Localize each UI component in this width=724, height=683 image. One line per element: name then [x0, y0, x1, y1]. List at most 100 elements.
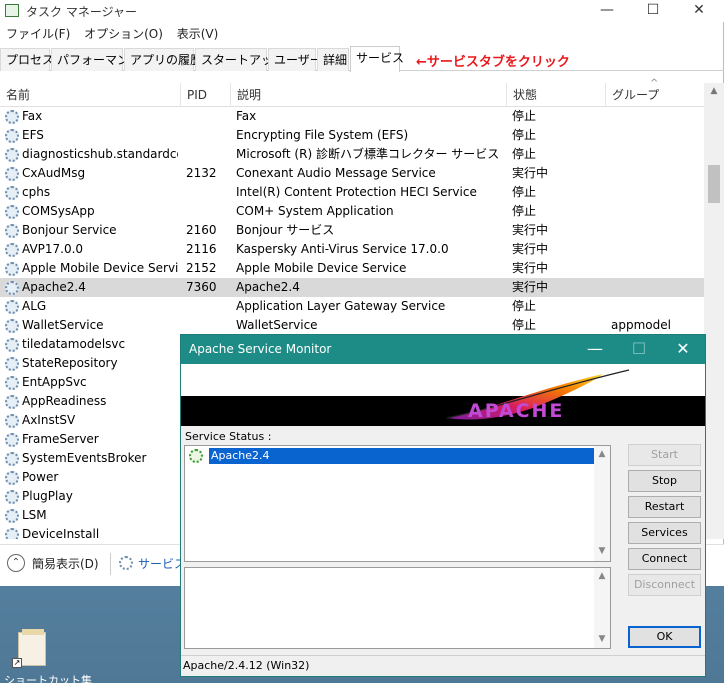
- service-name-cell: ALG: [22, 299, 47, 313]
- service-gear-icon: [5, 300, 19, 314]
- task-manager-app-icon: [5, 4, 19, 17]
- service-pid-cell: 2132: [186, 166, 217, 180]
- maximize-icon[interactable]: ☐: [630, 0, 676, 22]
- chevron-up-icon[interactable]: ⌃: [7, 554, 25, 572]
- service-status-cell: 実行中: [512, 242, 549, 256]
- close-icon[interactable]: ✕: [676, 0, 722, 22]
- tab-services[interactable]: サービス: [350, 46, 404, 72]
- service-description-cell: Apple Mobile Device Service: [236, 261, 407, 275]
- message-list-scrollbar[interactable]: ▲ ▼: [594, 568, 610, 648]
- service-name-cell: Fax: [22, 109, 43, 123]
- table-row[interactable]: EFS Encrypting File System (EFS) 停止: [0, 126, 704, 145]
- start-button[interactable]: Start: [628, 444, 701, 466]
- disconnect-button[interactable]: Disconnect: [628, 574, 701, 596]
- minimize-icon[interactable]: —: [573, 335, 617, 364]
- scrollbar-thumb[interactable]: [708, 165, 720, 203]
- restart-button[interactable]: Restart: [628, 496, 701, 518]
- service-status-cell: 実行中: [512, 261, 549, 275]
- service-description-cell: Application Layer Gateway Service: [236, 299, 446, 313]
- service-group-cell: [611, 107, 701, 126]
- menu-file[interactable]: ファイル(F): [6, 24, 70, 44]
- service-item-apache24[interactable]: Apache2.4: [189, 448, 596, 464]
- service-status-label: Service Status :: [185, 430, 272, 443]
- services-list-scrollbar[interactable]: ▲: [704, 83, 724, 539]
- scroll-down-icon[interactable]: ▼: [594, 634, 610, 644]
- table-row[interactable]: ALG Application Layer Gateway Service 停止: [0, 297, 704, 316]
- tab-users[interactable]: ユーザー: [268, 48, 322, 71]
- table-row[interactable]: Apache2.4 7360 Apache2.4 実行中: [0, 278, 704, 297]
- service-pid-cell: [186, 126, 230, 145]
- scroll-up-icon[interactable]: ▲: [704, 83, 724, 99]
- tab-performance[interactable]: パフォーマンス: [51, 48, 141, 71]
- close-icon[interactable]: ✕: [661, 335, 705, 364]
- service-group-cell: [611, 259, 701, 278]
- column-header-description[interactable]: 説明: [230, 83, 506, 107]
- stop-button[interactable]: Stop: [628, 470, 701, 492]
- table-row[interactable]: COMSysApp COM+ System Application 停止: [0, 202, 704, 221]
- service-group-cell: [611, 297, 701, 316]
- open-services-link[interactable]: サービス管: [138, 555, 180, 572]
- scroll-up-icon[interactable]: ▲: [594, 571, 610, 581]
- service-gear-icon: [5, 281, 19, 295]
- service-running-icon: [189, 449, 203, 463]
- column-header-group[interactable]: グループ: [605, 83, 704, 107]
- table-row[interactable]: diagnosticshub.standardco... Microsoft (R…: [0, 145, 704, 164]
- service-gear-icon: [5, 471, 19, 485]
- service-group-cell: [611, 240, 701, 259]
- service-gear-icon: [5, 509, 19, 523]
- service-pid-cell: [186, 145, 230, 164]
- services-button[interactable]: Services: [628, 522, 701, 544]
- apache-banner: APACHE: [181, 364, 705, 426]
- tab-app-history[interactable]: アプリの履歴: [124, 48, 202, 71]
- service-name-cell: diagnosticshub.standardco...: [22, 147, 178, 161]
- ok-button[interactable]: OK: [628, 626, 701, 648]
- column-header-pid[interactable]: PID: [180, 83, 230, 107]
- desktop-shortcut-folder[interactable]: ↗ ショートカット集: [4, 624, 92, 683]
- column-header-status[interactable]: 状態: [506, 83, 605, 107]
- table-row[interactable]: Fax Fax 停止: [0, 107, 704, 126]
- service-status-cell: 停止: [512, 128, 537, 142]
- table-row[interactable]: cphs Intel(R) Content Protection HECI Ser…: [0, 183, 704, 202]
- service-name-cell: StateRepository: [22, 356, 118, 370]
- service-gear-icon: [5, 243, 19, 257]
- table-row[interactable]: Apple Mobile Device Service 2152 Apple Mob…: [0, 259, 704, 278]
- tab-processes[interactable]: プロセス: [0, 48, 54, 71]
- table-row[interactable]: CxAudMsg 2132 Conexant Audio Message Servi…: [0, 164, 704, 183]
- service-pid-cell: [186, 202, 230, 221]
- apache-service-monitor-window: Apache Service Monitor — ☐ ✕ APACHE Serv…: [180, 334, 706, 677]
- minimize-icon[interactable]: —: [584, 0, 630, 22]
- message-list[interactable]: ▲ ▼: [184, 567, 611, 649]
- service-gear-icon: [5, 338, 19, 352]
- connect-button[interactable]: Connect: [628, 548, 701, 570]
- menu-view[interactable]: 表示(V): [177, 24, 219, 44]
- service-status-list[interactable]: Apache2.4 ▲ ▼: [184, 445, 611, 562]
- service-status-cell: 停止: [512, 299, 537, 313]
- service-description-cell: Apache2.4: [236, 280, 300, 294]
- tab-details[interactable]: 詳細: [317, 48, 349, 71]
- service-name-cell: AxInstSV: [22, 413, 76, 427]
- service-gear-icon: [5, 129, 19, 143]
- service-pid-cell: [186, 183, 230, 202]
- column-header-name[interactable]: 名前: [0, 83, 180, 107]
- service-gear-icon: [5, 110, 19, 124]
- service-gear-icon: [5, 262, 19, 276]
- service-group-cell: [611, 278, 701, 297]
- service-group-cell: [611, 221, 701, 240]
- service-gear-icon: [5, 205, 19, 219]
- service-status-cell: 停止: [512, 185, 537, 199]
- service-description-cell: Kaspersky Anti-Virus Service 17.0.0: [236, 242, 449, 256]
- service-name-cell: PlugPlay: [22, 489, 73, 503]
- service-name-cell: LSM: [22, 508, 47, 522]
- table-row[interactable]: AVP17.0.0 2116 Kaspersky Anti-Virus Servic…: [0, 240, 704, 259]
- service-list-scrollbar[interactable]: ▲ ▼: [594, 446, 610, 561]
- service-gear-icon: [5, 167, 19, 181]
- menu-options[interactable]: オプション(O): [84, 24, 163, 44]
- scroll-down-icon[interactable]: ▼: [594, 546, 610, 556]
- table-row[interactable]: WalletService WalletService 停止 appmodel: [0, 316, 704, 335]
- fewer-details-button[interactable]: 簡易表示(D): [32, 555, 99, 572]
- scroll-up-icon[interactable]: ▲: [594, 449, 610, 459]
- apache-monitor-titlebar: Apache Service Monitor — ☐ ✕: [181, 335, 705, 364]
- table-row[interactable]: Bonjour Service 2160 Bonjour サービス 実行中: [0, 221, 704, 240]
- services-gear-icon: [119, 556, 133, 570]
- tab-startup[interactable]: スタートアップ: [195, 48, 285, 71]
